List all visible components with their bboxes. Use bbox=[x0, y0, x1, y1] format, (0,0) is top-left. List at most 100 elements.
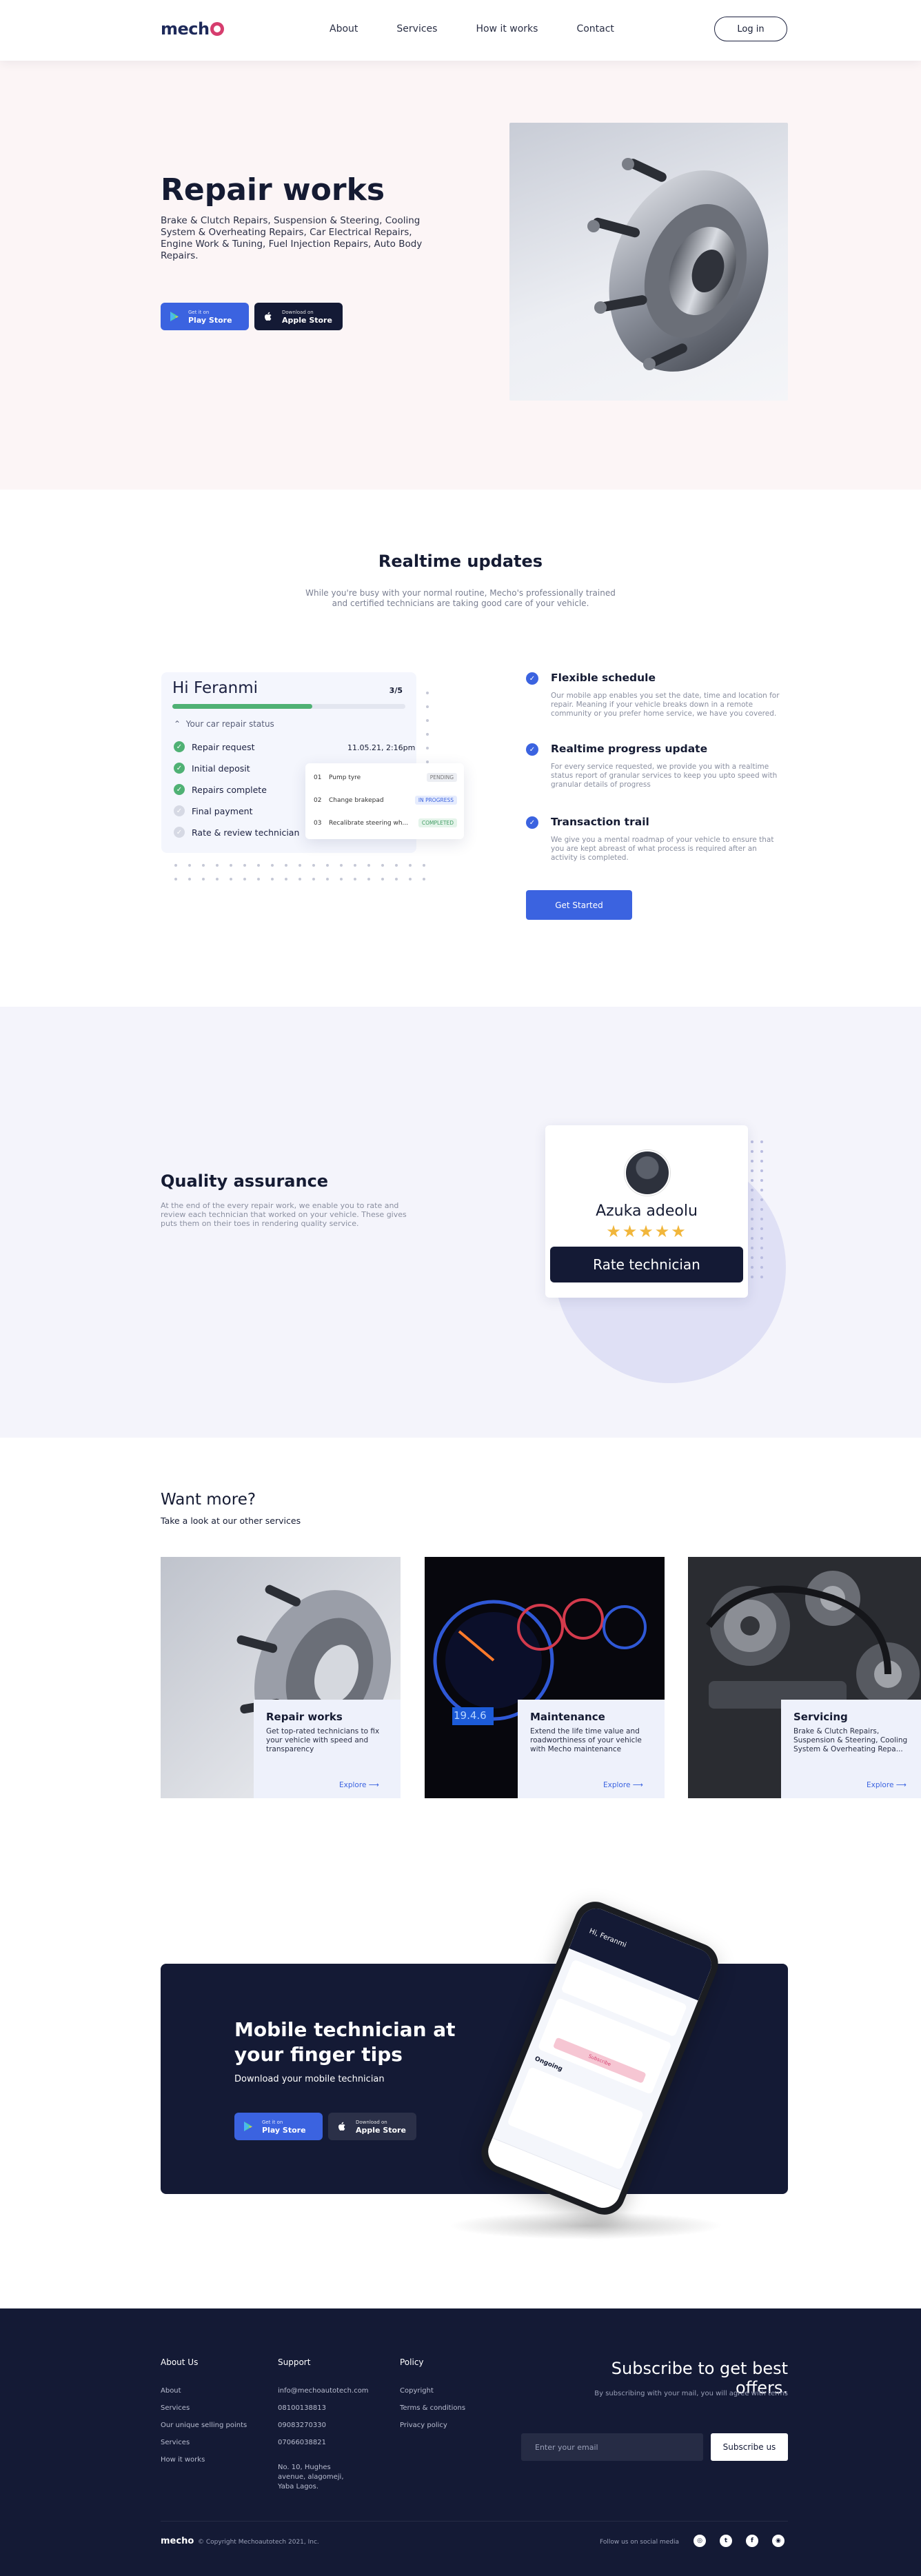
subscribe-button[interactable]: Subscribe us bbox=[711, 2433, 788, 2461]
feature-text: We give you a mental roadmap of your veh… bbox=[551, 836, 774, 862]
task-row[interactable]: 02 Change brakepad IN PROGRESS bbox=[314, 796, 457, 805]
service-info: Repair works Get top-rated technicians t… bbox=[254, 1700, 401, 1798]
footer-address: No. 10, Hughes avenue, alagomeji, Yaba L… bbox=[278, 2464, 344, 2491]
get-started-button[interactable]: Get Started bbox=[526, 890, 632, 920]
feature-title: Transaction trail bbox=[551, 816, 649, 828]
service-card-maintenance[interactable]: 19.4.6 Maintenance Extend the life time … bbox=[425, 1557, 665, 1798]
service-text: Get top-rated technicians to fix your ve… bbox=[266, 1727, 380, 1753]
footer-support: Support info@mechoautotech.com 081001388… bbox=[278, 2357, 374, 2499]
service-title: Repair works bbox=[266, 1711, 343, 1723]
email-input[interactable]: Enter your email bbox=[521, 2433, 703, 2461]
step-label: Final payment bbox=[192, 805, 253, 816]
task-number: 03 bbox=[314, 819, 322, 827]
footer-link[interactable]: 09083270330 bbox=[278, 2421, 374, 2431]
quality-title: Quality assurance bbox=[161, 1171, 329, 1191]
apple-store-button[interactable]: Download on Apple Store bbox=[328, 2113, 416, 2140]
nav-link-contact[interactable]: Contact bbox=[576, 23, 614, 34]
footer-heading: Policy bbox=[400, 2357, 424, 2367]
footer-link[interactable]: info@mechoautotech.com bbox=[278, 2386, 374, 2396]
follow-label: Follow us on social media bbox=[600, 2539, 679, 2546]
chevron-up-icon: ⌃ bbox=[174, 719, 181, 729]
status-toggle[interactable]: ⌃ Your car repair status bbox=[174, 719, 274, 729]
apple-store-small: Download on bbox=[356, 2120, 387, 2125]
apple-icon bbox=[265, 312, 272, 321]
phone-subscribe-button: Subscribe bbox=[552, 2037, 647, 2084]
explore-link[interactable]: Explore ⟶ bbox=[867, 1781, 907, 1789]
dot-column-decoration bbox=[751, 1140, 763, 1278]
step-label: Rate & review technician bbox=[192, 827, 300, 838]
step-label: Repair request bbox=[192, 741, 255, 752]
status-badge: COMPLETED bbox=[418, 818, 457, 827]
wheel-hub-image bbox=[509, 123, 788, 401]
footer-heading: About Us bbox=[161, 2357, 199, 2367]
service-card-repair[interactable]: Repair works Get top-rated technicians t… bbox=[161, 1557, 401, 1798]
twitter-icon[interactable]: t bbox=[720, 2535, 732, 2547]
footer-link[interactable]: Our unique selling points bbox=[161, 2421, 247, 2431]
service-card-servicing[interactable]: Servicing Brake & Clutch Repairs, Suspen… bbox=[688, 1557, 921, 1798]
service-info: Servicing Brake & Clutch Repairs, Suspen… bbox=[781, 1700, 921, 1798]
footer-link[interactable]: Services bbox=[161, 2438, 247, 2448]
login-button[interactable]: Log in bbox=[714, 17, 787, 41]
rate-technician-button[interactable]: Rate technician bbox=[550, 1247, 743, 1282]
check-icon: ✓ bbox=[174, 805, 185, 816]
discord-icon[interactable]: ◉ bbox=[772, 2535, 785, 2547]
facebook-icon[interactable]: f bbox=[746, 2535, 758, 2547]
footer-heading: Support bbox=[278, 2357, 311, 2367]
task-row[interactable]: 01 Pump tyre PENDING bbox=[314, 773, 457, 782]
explore-link[interactable]: Explore ⟶ bbox=[339, 1781, 379, 1789]
check-icon: ✓ bbox=[174, 741, 185, 752]
arrow-right-icon: ⟶ bbox=[895, 1781, 907, 1789]
play-store-icon bbox=[170, 312, 179, 321]
footer-logo[interactable]: mecho bbox=[161, 2536, 194, 2546]
task-name: Recalibrate steering wh... bbox=[329, 819, 409, 827]
service-title: Maintenance bbox=[530, 1711, 605, 1723]
nav-link-services[interactable]: Services bbox=[396, 23, 437, 34]
footer-link[interactable]: How it works bbox=[161, 2455, 247, 2465]
greeting: Hi Feranmi bbox=[172, 679, 259, 697]
footer-link[interactable]: Terms & conditions bbox=[400, 2404, 465, 2413]
service-title: Servicing bbox=[793, 1711, 848, 1723]
play-store-button[interactable]: Get it on Play Store bbox=[234, 2113, 323, 2140]
instagram-icon[interactable]: ◎ bbox=[694, 2535, 706, 2547]
hero-title: Repair works bbox=[161, 172, 385, 208]
check-icon: ✓ bbox=[526, 743, 538, 756]
feature-title: Flexible schedule bbox=[551, 672, 656, 684]
check-icon: ✓ bbox=[174, 827, 185, 838]
footer-policy: Policy Copyright Terms & conditions Priv… bbox=[400, 2357, 465, 2438]
mobile-subtitle: Download your mobile technician bbox=[234, 2074, 385, 2084]
task-row[interactable]: 03 Recalibrate steering wh... COMPLETED bbox=[314, 818, 457, 827]
footer-link[interactable]: 07066038821 bbox=[278, 2438, 374, 2448]
footer-link[interactable]: Copyright bbox=[400, 2386, 465, 2396]
play-store-label: Play Store bbox=[262, 2126, 306, 2135]
service-info: Maintenance Extend the life time value a… bbox=[518, 1700, 665, 1798]
explore-link[interactable]: Explore ⟶ bbox=[603, 1781, 643, 1789]
service-text: Extend the life time value and roadworth… bbox=[530, 1727, 642, 1753]
status-badge: IN PROGRESS bbox=[414, 796, 457, 805]
step-item: ✓ Repairs complete bbox=[174, 784, 267, 795]
nav-link-about[interactable]: About bbox=[330, 23, 358, 34]
footer-link[interactable]: Privacy policy bbox=[400, 2421, 465, 2431]
apple-store-label: Apple Store bbox=[356, 2126, 406, 2135]
footer-link[interactable]: Services bbox=[161, 2404, 247, 2413]
logo[interactable]: mech bbox=[161, 19, 224, 39]
apple-store-small: Download on bbox=[282, 310, 314, 315]
mobile-title: Mobile technician at your finger tips bbox=[234, 2018, 456, 2066]
star-rating[interactable]: ★★★★★ bbox=[545, 1222, 748, 1241]
task-name: Change brakepad bbox=[329, 796, 384, 804]
explore-label: Explore bbox=[603, 1781, 631, 1789]
footer-link[interactable]: 08100138813 bbox=[278, 2404, 374, 2413]
progress-fill bbox=[172, 704, 312, 709]
play-store-label: Play Store bbox=[188, 316, 232, 325]
footer-link[interactable]: About bbox=[161, 2386, 247, 2396]
nav-link-how-it-works[interactable]: How it works bbox=[476, 23, 538, 34]
apple-store-button[interactable]: Download on Apple Store bbox=[254, 303, 343, 330]
hero-section: Repair works Brake & Clutch Repairs, Sus… bbox=[0, 61, 921, 490]
check-icon: ✓ bbox=[174, 784, 185, 795]
play-store-button[interactable]: Get it on Play Store bbox=[161, 303, 249, 330]
feature-title: Realtime progress update bbox=[551, 743, 708, 755]
navbar: mech About Services How it works Contact… bbox=[0, 0, 921, 61]
quality-section: Quality assurance At the end of the ever… bbox=[0, 1007, 921, 1438]
hero-description: Brake & Clutch Repairs, Suspension & Ste… bbox=[161, 215, 423, 261]
footer: About Us About Services Our unique selli… bbox=[0, 2308, 921, 2576]
copyright: © Copyright Mechoautotech 2021, Inc. bbox=[198, 2539, 319, 2546]
